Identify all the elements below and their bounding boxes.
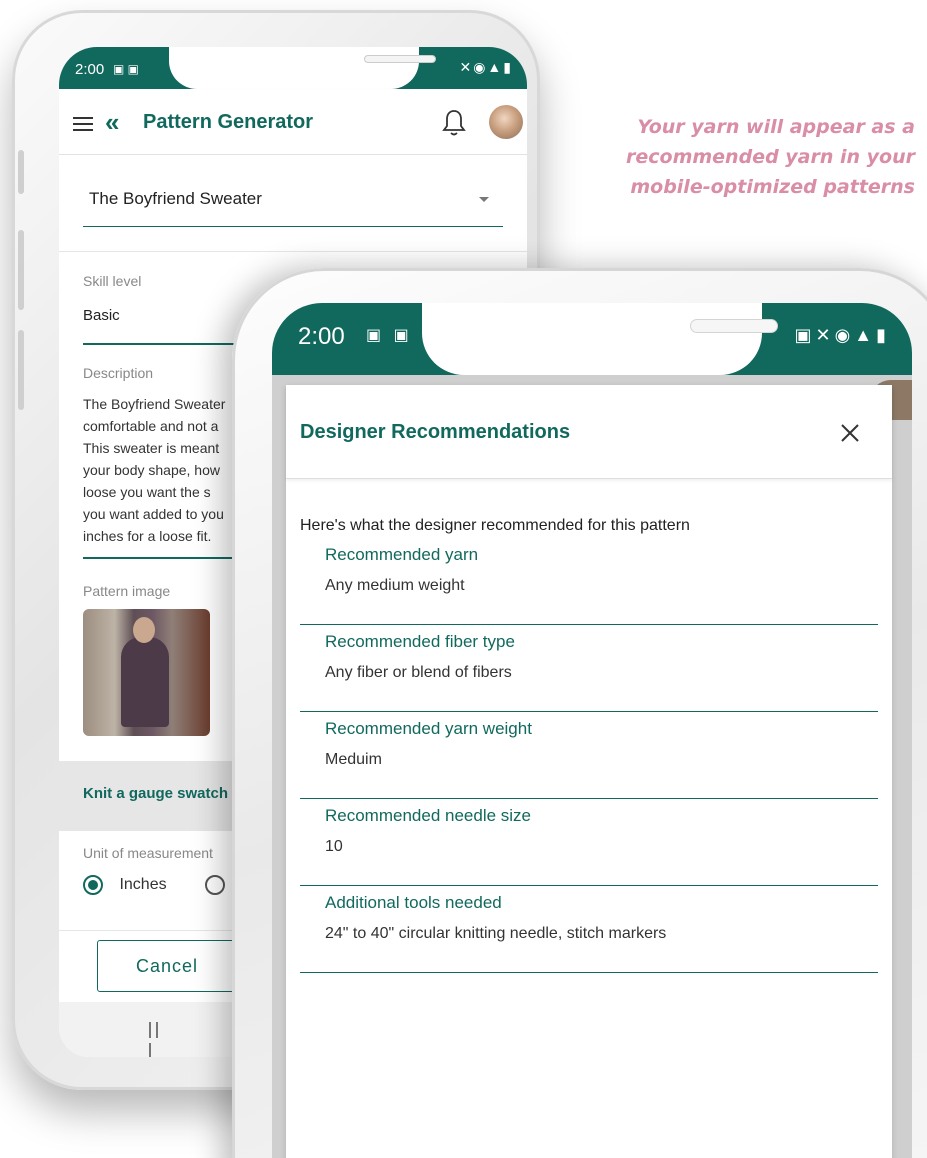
intro-text: Here's what the designer recommended for… bbox=[300, 517, 690, 534]
recommendations-dialog: Designer Recommendations Here's what the… bbox=[286, 385, 892, 1158]
side-button bbox=[18, 330, 24, 410]
recommendation-value: Any fiber or blend of fibers bbox=[325, 664, 512, 681]
cancel-button[interactable]: Cancel bbox=[97, 940, 237, 992]
logo-icon: « bbox=[105, 107, 120, 137]
caption-line: Your yarn will appear as a bbox=[637, 116, 915, 138]
figure-head bbox=[133, 617, 155, 643]
side-button bbox=[18, 150, 24, 194]
speaker bbox=[690, 319, 778, 333]
dialog-title: Designer Recommendations bbox=[300, 421, 571, 443]
speaker bbox=[364, 55, 436, 63]
side-button bbox=[18, 230, 24, 310]
recommendation-item: Recommended fiber type Any fiber or blen… bbox=[300, 632, 878, 712]
recommendation-value: 24" to 40" circular knitting needle, sti… bbox=[325, 925, 667, 942]
radio-inches-label: Inches bbox=[119, 876, 167, 893]
caption-line: recommended yarn in your bbox=[626, 146, 915, 168]
recommendation-item: Recommended needle size 10 bbox=[300, 806, 878, 886]
status-time: 2:00 bbox=[75, 61, 105, 78]
recommendation-value: Meduim bbox=[325, 751, 382, 768]
recommendation-label: Recommended yarn weight bbox=[325, 719, 532, 738]
status-bar: 2:00 ▣ ▣ ▣✕◉▲▮ bbox=[272, 303, 912, 375]
radio-inches[interactable] bbox=[83, 875, 103, 895]
sweater-figure bbox=[121, 637, 169, 727]
recommendation-label: Recommended needle size bbox=[325, 806, 532, 825]
unit-radio-group: Inches bbox=[83, 875, 226, 903]
app-title: Pattern Generator bbox=[143, 111, 314, 133]
close-icon[interactable] bbox=[838, 421, 862, 445]
bell-icon[interactable] bbox=[441, 107, 467, 137]
menu-icon[interactable] bbox=[73, 117, 93, 131]
status-bar: 2:00 ▣ ▣ ✕◉▲▮ bbox=[59, 47, 527, 89]
divider bbox=[59, 251, 527, 252]
recommendation-label: Recommended fiber type bbox=[325, 632, 515, 651]
radio-other-unit[interactable] bbox=[205, 875, 226, 895]
pattern-select-value: The Boyfriend Sweater bbox=[89, 189, 262, 208]
app-bar: « Pattern Generator bbox=[59, 89, 527, 155]
signal-icons: ▣✕◉▲▮ bbox=[794, 325, 890, 345]
recommendation-item: Recommended yarn weight Meduim bbox=[300, 719, 878, 799]
front-phone-screen: 2:00 ▣ ▣ ▣✕◉▲▮ Designer Recommendations … bbox=[272, 303, 912, 1158]
recommendation-value: Any medium weight bbox=[325, 577, 465, 594]
recommendation-value: 10 bbox=[325, 838, 343, 855]
recommendation-label: Recommended yarn bbox=[325, 545, 479, 564]
recommendation-item: Recommended yarn Any medium weight bbox=[300, 545, 878, 625]
pattern-select[interactable]: The Boyfriend Sweater bbox=[83, 179, 503, 227]
notch bbox=[169, 47, 436, 89]
notch bbox=[422, 303, 778, 375]
calendar-icon: ▣ ▣ bbox=[113, 62, 140, 76]
status-time: 2:00 bbox=[298, 323, 345, 350]
recommendation-item: Additional tools needed 24" to 40" circu… bbox=[300, 893, 878, 973]
caption-line: mobile-optimized patterns bbox=[630, 176, 915, 198]
recommendation-label: Additional tools needed bbox=[325, 893, 502, 912]
calendar-icon: ▣ ▣ bbox=[366, 327, 413, 344]
dialog-header: Designer Recommendations bbox=[286, 385, 892, 479]
feature-caption: Your yarn will appear as a recommended y… bbox=[575, 112, 915, 202]
recents-icon[interactable] bbox=[149, 1022, 169, 1057]
avatar[interactable] bbox=[489, 105, 523, 139]
pattern-image bbox=[83, 609, 210, 736]
gauge-section-title: Knit a gauge swatch bbox=[83, 785, 229, 802]
signal-icons: ✕◉▲▮ bbox=[459, 59, 513, 75]
chevron-down-icon bbox=[479, 197, 489, 202]
